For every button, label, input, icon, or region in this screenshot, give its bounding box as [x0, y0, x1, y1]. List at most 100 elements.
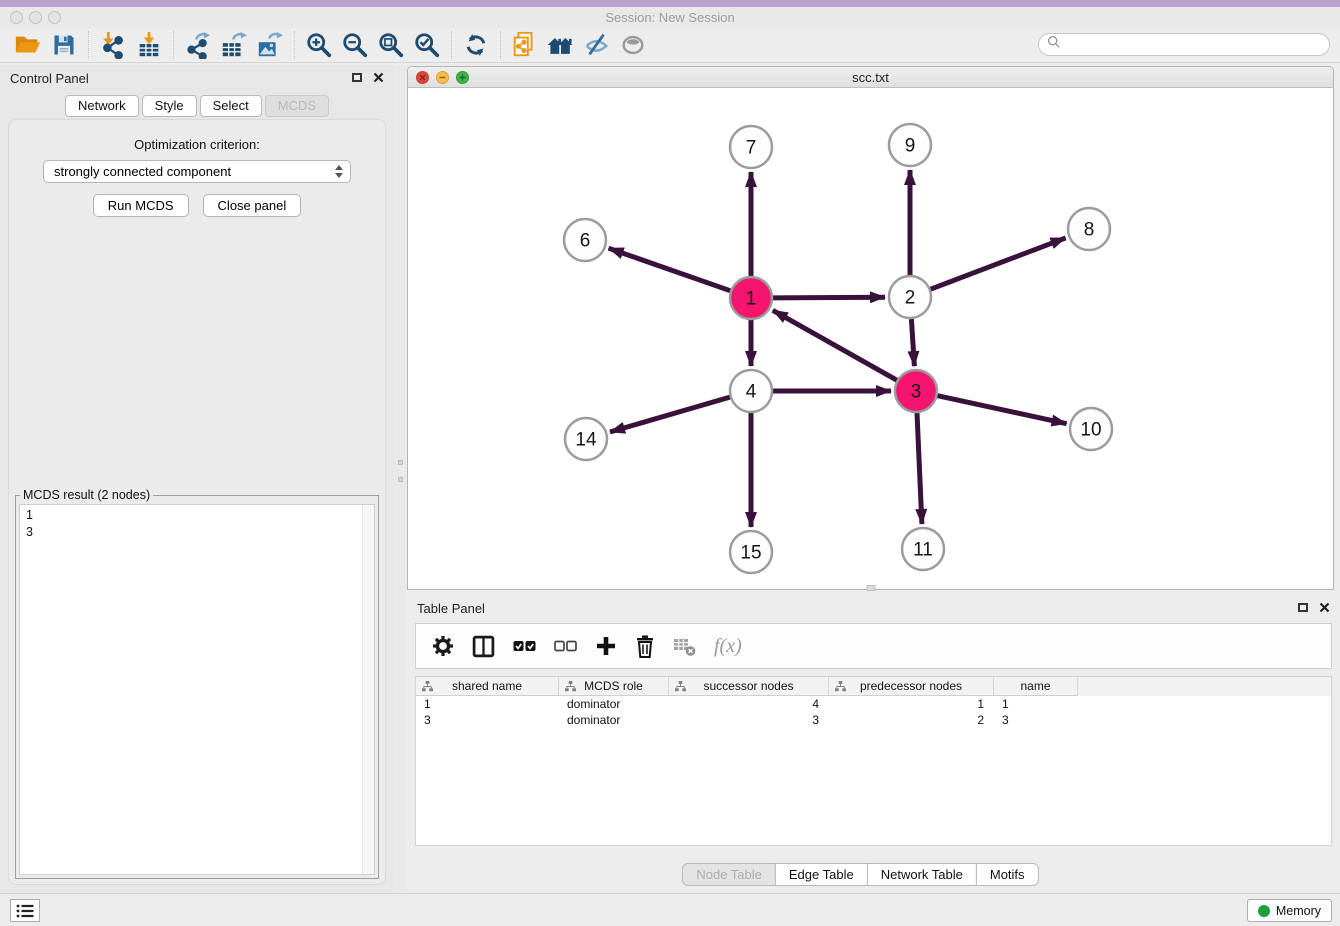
table-cell[interactable]: 1: [416, 696, 559, 712]
svg-text:3: 3: [911, 382, 922, 403]
column-header-successor-nodes[interactable]: successor nodes: [669, 677, 829, 696]
export-network-icon[interactable]: [180, 30, 216, 60]
svg-text:14: 14: [575, 430, 597, 451]
column-header-name[interactable]: name: [994, 677, 1078, 696]
network-resize-handle[interactable]: [866, 585, 875, 591]
graph-node-11[interactable]: 11: [902, 528, 944, 570]
run-mcds-button[interactable]: Run MCDS: [93, 194, 189, 217]
graph-node-6[interactable]: 6: [564, 219, 606, 261]
delete-row-icon[interactable]: [635, 635, 655, 658]
save-session-icon[interactable]: [46, 30, 82, 60]
show-graphics-details-icon[interactable]: [615, 30, 651, 60]
table-cell[interactable]: 3: [416, 712, 559, 728]
table-cell[interactable]: 2: [829, 712, 994, 728]
hide-graphics-details-icon[interactable]: [579, 30, 615, 60]
graph-edge-1-6[interactable]: [609, 248, 731, 291]
export-image-icon[interactable]: [252, 30, 288, 60]
table-cell[interactable]: 3: [669, 712, 829, 728]
tab-mcds[interactable]: MCDS: [265, 95, 329, 117]
tab-node-table[interactable]: Node Table: [682, 863, 776, 886]
table-cell[interactable]: dominator: [559, 712, 669, 728]
network-canvas[interactable]: 7 9 6 8 1 2 4 3 14 10 15 11: [408, 88, 1333, 589]
search-input[interactable]: [1066, 38, 1329, 52]
graph-edge-3-1[interactable]: [773, 310, 897, 380]
graph-node-3[interactable]: 3: [895, 370, 937, 412]
graph-edge-4-14[interactable]: [610, 397, 730, 432]
table-cell[interactable]: 3: [994, 712, 1078, 728]
table-row[interactable]: 3dominator323: [416, 712, 1331, 728]
refresh-layout-icon[interactable]: [458, 30, 494, 60]
criterion-select[interactable]: strongly connected component: [43, 160, 351, 183]
column-header-mcds-role[interactable]: MCDS role: [559, 677, 669, 696]
home-icon[interactable]: [543, 30, 579, 60]
panel-splitter[interactable]: [394, 65, 407, 893]
tab-edge-table[interactable]: Edge Table: [775, 863, 868, 886]
graph-edge-1-2[interactable]: [773, 297, 885, 298]
graph-edge-2-8[interactable]: [931, 238, 1066, 289]
mcds-result-text[interactable]: 13: [19, 504, 375, 875]
hierarchy-icon: [675, 681, 686, 695]
graph-node-10[interactable]: 10: [1070, 408, 1112, 450]
tab-select[interactable]: Select: [200, 95, 262, 117]
float-table-panel-icon[interactable]: [1298, 603, 1308, 612]
close-table-panel-icon[interactable]: [1319, 602, 1330, 613]
graph-node-7[interactable]: 7: [730, 126, 772, 168]
float-panel-icon[interactable]: [352, 73, 362, 82]
graph-edge-2-3[interactable]: [911, 319, 914, 366]
zoom-fit-icon[interactable]: [373, 30, 409, 60]
graph-node-2[interactable]: 2: [889, 276, 931, 318]
import-network-icon[interactable]: [95, 30, 131, 60]
svg-text:6: 6: [580, 231, 591, 252]
table-cell[interactable]: 4: [669, 696, 829, 712]
add-row-icon[interactable]: [595, 635, 617, 657]
graph-edge-3-10[interactable]: [938, 396, 1067, 424]
deselect-all-icon[interactable]: [554, 640, 577, 653]
table-cell[interactable]: dominator: [559, 696, 669, 712]
memory-label: Memory: [1276, 904, 1321, 918]
graph-node-15[interactable]: 15: [730, 531, 772, 573]
mcds-result-title: MCDS result (2 nodes): [20, 488, 153, 502]
settings-gear-icon[interactable]: [432, 635, 454, 657]
delete-table-icon[interactable]: [673, 635, 696, 657]
graph-node-4[interactable]: 4: [730, 370, 772, 412]
open-network-file-icon[interactable]: [507, 30, 543, 60]
control-panel: Control Panel NetworkStyleSelectMCDS Opt…: [0, 65, 394, 893]
svg-text:1: 1: [746, 289, 757, 310]
table-row[interactable]: 1dominator411: [416, 696, 1331, 712]
open-session-icon[interactable]: [10, 30, 46, 60]
export-table-icon[interactable]: [216, 30, 252, 60]
result-scrollbar[interactable]: [362, 505, 374, 874]
graph-node-1[interactable]: 1: [730, 277, 772, 319]
import-table-icon[interactable]: [131, 30, 167, 60]
table-cell[interactable]: 1: [829, 696, 994, 712]
search-box[interactable]: [1038, 33, 1330, 56]
optimization-criterion-label: Optimization criterion:: [9, 137, 385, 152]
task-history-button[interactable]: [10, 899, 40, 922]
graph-node-14[interactable]: 14: [565, 418, 607, 460]
zoom-in-icon[interactable]: [301, 30, 337, 60]
search-icon: [1047, 35, 1061, 54]
close-panel-button[interactable]: Close panel: [203, 194, 302, 217]
tab-motifs[interactable]: Motifs: [976, 863, 1039, 886]
column-header-shared-name[interactable]: shared name: [416, 677, 559, 696]
network-window-titlebar[interactable]: scc.txt: [408, 67, 1333, 88]
close-panel-icon[interactable]: [373, 72, 384, 83]
table-cell[interactable]: 1: [994, 696, 1078, 712]
memory-button[interactable]: Memory: [1247, 899, 1332, 922]
graph-edge-3-11[interactable]: [917, 413, 922, 524]
tab-style[interactable]: Style: [142, 95, 197, 117]
graph-node-8[interactable]: 8: [1068, 208, 1110, 250]
column-header-predecessor-nodes[interactable]: predecessor nodes: [829, 677, 994, 696]
select-all-icon[interactable]: [513, 640, 536, 653]
main-toolbar: [0, 28, 1340, 63]
tab-network-table[interactable]: Network Table: [867, 863, 977, 886]
zoom-selected-icon[interactable]: [409, 30, 445, 60]
graph-node-9[interactable]: 9: [889, 124, 931, 166]
column-layout-icon[interactable]: [472, 635, 495, 658]
zoom-out-icon[interactable]: [337, 30, 373, 60]
status-bar: Memory: [0, 893, 1340, 926]
apply-function-icon[interactable]: f(x): [714, 635, 742, 658]
tab-network[interactable]: Network: [65, 95, 139, 117]
app-titlebar: Session: New Session: [0, 7, 1340, 28]
node-table[interactable]: shared nameMCDS rolesuccessor nodesprede…: [415, 676, 1332, 846]
